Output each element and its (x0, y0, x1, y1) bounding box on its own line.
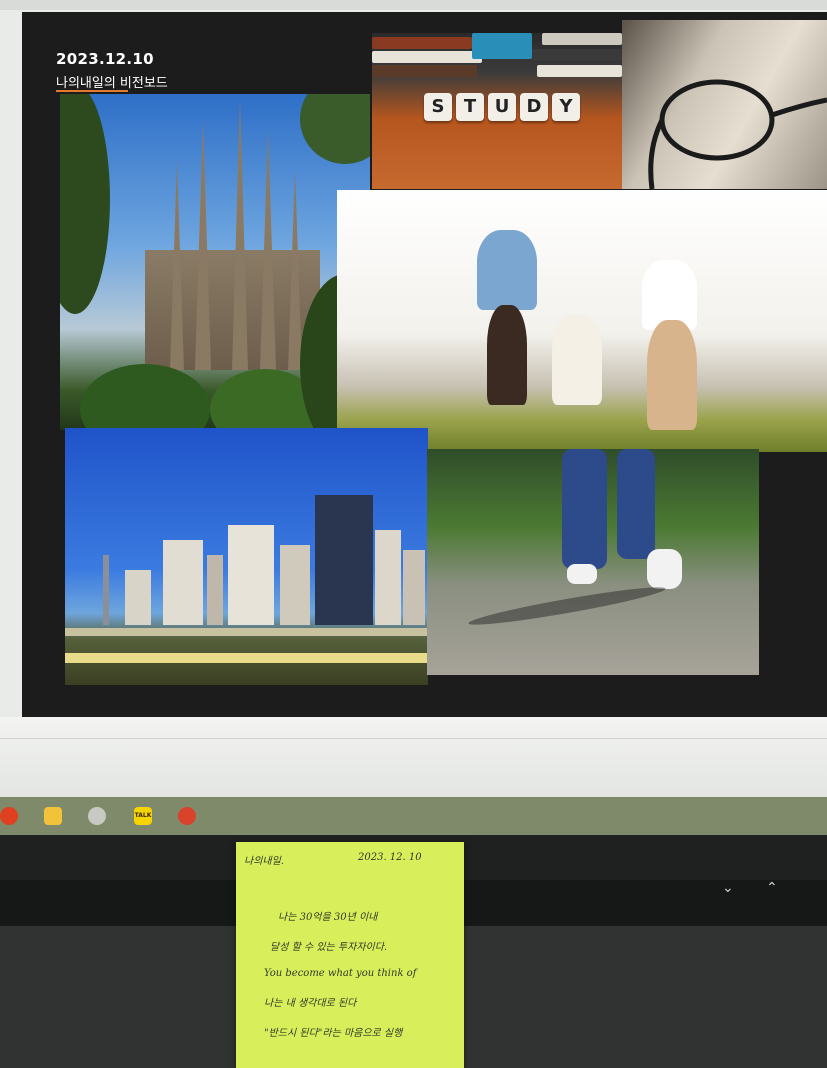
sticky-note: 나의내일. 2023. 12. 10 나는 30억을 30년 이내 달성 할 수… (236, 842, 464, 1068)
screen-top-strip (0, 0, 827, 10)
building (375, 530, 401, 625)
slide-divider (0, 738, 827, 739)
kakaotalk-icon[interactable]: TALK (134, 807, 152, 825)
book (542, 33, 622, 45)
study-blocks-photo: S T U D Y (372, 33, 622, 189)
tree-bottom (80, 364, 210, 430)
runner-shoe (567, 564, 597, 584)
note-line: 달성 할 수 있는 투자자이다. (270, 942, 388, 953)
runner-leg (562, 449, 607, 569)
city-skyline-photo (65, 428, 428, 685)
note-line: 나는 내 생각대로 된다 (264, 998, 357, 1009)
chevron-down-icon: ⌄ (722, 880, 734, 896)
building (280, 545, 310, 625)
file-explorer-icon[interactable] (44, 807, 62, 825)
slide-editor-area (0, 717, 827, 797)
father-figure (477, 230, 537, 310)
title-underline (56, 90, 128, 92)
bridge-rail (65, 628, 428, 636)
app-icon[interactable] (0, 807, 18, 825)
runner-shoe (647, 549, 682, 589)
powerpoint-icon[interactable] (178, 807, 196, 825)
browser-icon[interactable] (88, 807, 106, 825)
letter-tile: Y (552, 93, 580, 121)
bridge-rail (65, 653, 428, 663)
family-running-photo (337, 190, 827, 452)
runner-photo (427, 449, 759, 675)
note-line: You become what you think of (264, 968, 417, 979)
building (207, 555, 223, 625)
tree-top-right (300, 94, 370, 164)
child-figure (552, 315, 602, 405)
book (537, 65, 622, 77)
mother-legs (647, 320, 697, 430)
book (372, 65, 477, 77)
letter-tile: U (488, 93, 516, 121)
letter-tile: S (424, 93, 452, 121)
chevron-up-icon: ⌃ (766, 880, 778, 896)
letter-tile: T (456, 93, 484, 121)
windows-taskbar (0, 797, 827, 835)
glasses-icon (648, 79, 827, 189)
building (228, 525, 274, 625)
cathedral-spire (232, 100, 248, 370)
note-header-left: 나의내일. (244, 856, 284, 867)
runner-leg (617, 449, 655, 559)
note-header-date: 2023. 12. 10 (358, 852, 422, 863)
book (472, 33, 532, 59)
note-line: "반드시 된다"라는 마음으로 실행 (264, 1028, 403, 1039)
slide-date: 2023.12.10 (56, 50, 154, 68)
building (403, 550, 425, 625)
father-legs (487, 305, 527, 405)
letter-tile: D (520, 93, 548, 121)
note-line: 나는 30억을 30년 이내 (278, 912, 378, 923)
building (315, 495, 373, 625)
tower (103, 555, 109, 625)
book (372, 37, 472, 49)
cathedral-spire (195, 120, 211, 370)
cathedral-photo (60, 94, 370, 430)
tree-left (60, 94, 110, 314)
building (125, 570, 151, 625)
building (163, 540, 203, 625)
book (532, 49, 622, 61)
runner-shadow (467, 581, 667, 631)
book (372, 51, 482, 63)
slide-title: 나의내일의 비전보드 (56, 76, 168, 91)
book-and-glasses-photo (622, 20, 827, 189)
